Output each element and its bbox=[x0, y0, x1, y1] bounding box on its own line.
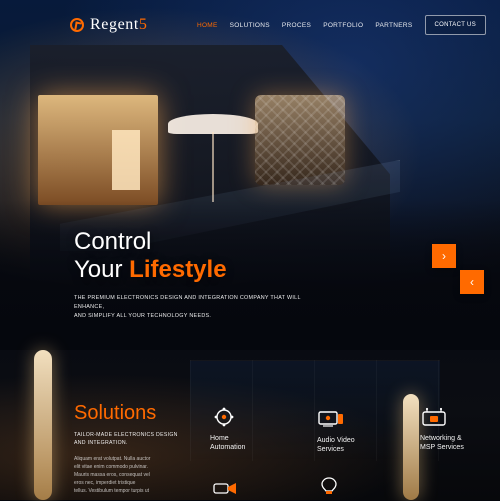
umbrella bbox=[168, 114, 258, 134]
chevron-right-icon: › bbox=[442, 249, 446, 263]
networking-icon bbox=[420, 406, 448, 428]
header: Regent5 HOME SOLUTIONS PROCES PORTFOLIO … bbox=[0, 0, 500, 50]
umbrella-pole bbox=[212, 132, 214, 202]
solutions-title: Solutions bbox=[74, 402, 157, 424]
lightbulb-icon bbox=[318, 476, 340, 501]
solutions-subtitle-line1: TAILOR-MADE ELECTRONICS DESIGN bbox=[74, 432, 178, 438]
hero-title-line2: Your Lifestyle bbox=[74, 256, 344, 284]
hero-subtext-line2: AND SIMPLIFY ALL YOUR TECHNOLOGY NEEDS. bbox=[74, 313, 212, 319]
logo-icon bbox=[70, 18, 84, 32]
home-automation-icon bbox=[210, 406, 238, 428]
nav-home[interactable]: HOME bbox=[197, 22, 218, 29]
hero-subtext-line1: THE PREMIUM ELECTRONICS DESIGN AND INTEG… bbox=[74, 295, 301, 310]
service-label-line2: Services bbox=[317, 446, 344, 453]
logo-text-main: Regent bbox=[90, 16, 139, 33]
solutions-paragraph-line: elit vitae enim commodo pulvinar. bbox=[74, 464, 148, 470]
service-home-automation[interactable]: Home Automation bbox=[210, 406, 245, 452]
service-label: Audio Video Services bbox=[317, 436, 355, 454]
slider-next-button[interactable]: › bbox=[432, 244, 456, 268]
solutions-subtitle: TAILOR-MADE ELECTRONICS DESIGN AND INTEG… bbox=[74, 431, 194, 447]
service-label-line2: MSP Services bbox=[420, 444, 464, 451]
service-label: Networking & MSP Services bbox=[420, 434, 464, 452]
solutions-intro: Solutions TAILOR-MADE ELECTRONICS DESIGN… bbox=[74, 402, 194, 495]
main-nav: HOME SOLUTIONS PROCES PORTFOLIO PARTNERS… bbox=[197, 15, 486, 35]
hero-text: Control Your Lifestyle THE PREMIUM ELECT… bbox=[74, 228, 344, 321]
lit-window bbox=[38, 95, 158, 205]
nav-portfolio[interactable]: PORTFOLIO bbox=[323, 22, 363, 29]
service-label-line1: Audio Video bbox=[317, 437, 355, 444]
contact-us-button[interactable]: CONTACT US bbox=[424, 15, 486, 35]
solutions-paragraph-line: Aliquam erat volutpat. Nulla auctor bbox=[74, 456, 151, 462]
service-audio-video[interactable]: Audio Video Services bbox=[317, 408, 355, 454]
solutions-paragraph-line: tellus. Vestibulum tempor turpis ut bbox=[74, 488, 150, 494]
hero-title-prefix: Your bbox=[74, 256, 130, 283]
hero-title-highlight: Lifestyle bbox=[129, 256, 227, 283]
logo-text: Regent5 bbox=[90, 16, 148, 34]
audio-video-icon bbox=[317, 408, 345, 430]
solutions-paragraph-line: eros nec, imperdiet tristique bbox=[74, 480, 136, 486]
floor-lamp-right bbox=[403, 394, 419, 500]
service-label-line1: Networking & bbox=[420, 435, 462, 442]
service-label-line2: Automation bbox=[210, 444, 246, 451]
solutions-paragraph-line: Mauris massa eros, consequat vel bbox=[74, 472, 150, 478]
nav-solutions[interactable]: SOLUTIONS bbox=[230, 22, 270, 29]
lattice-panel bbox=[255, 95, 345, 185]
logo-text-number: 5 bbox=[138, 16, 148, 33]
camera-icon bbox=[212, 478, 238, 501]
solutions-paragraph: Aliquam erat volutpat. Nulla auctor elit… bbox=[74, 455, 194, 495]
solutions-subtitle-line2: AND INTEGRATION. bbox=[74, 440, 128, 446]
hero-subtext: THE PREMIUM ELECTRONICS DESIGN AND INTEG… bbox=[74, 294, 324, 321]
nav-proces[interactable]: PROCES bbox=[282, 22, 311, 29]
service-networking[interactable]: Networking & MSP Services bbox=[420, 406, 464, 452]
hero-title-line1: Control bbox=[74, 228, 152, 255]
page: Regent5 HOME SOLUTIONS PROCES PORTFOLIO … bbox=[0, 0, 500, 500]
service-label: Home Automation bbox=[210, 434, 245, 452]
floor-lamp-left bbox=[34, 350, 52, 500]
chevron-left-icon: ‹ bbox=[470, 275, 474, 289]
nav-partners[interactable]: PARTNERS bbox=[375, 22, 412, 29]
slider-prev-button[interactable]: ‹ bbox=[460, 270, 484, 294]
service-label-line1: Home bbox=[210, 435, 229, 442]
logo[interactable]: Regent5 bbox=[70, 16, 148, 34]
